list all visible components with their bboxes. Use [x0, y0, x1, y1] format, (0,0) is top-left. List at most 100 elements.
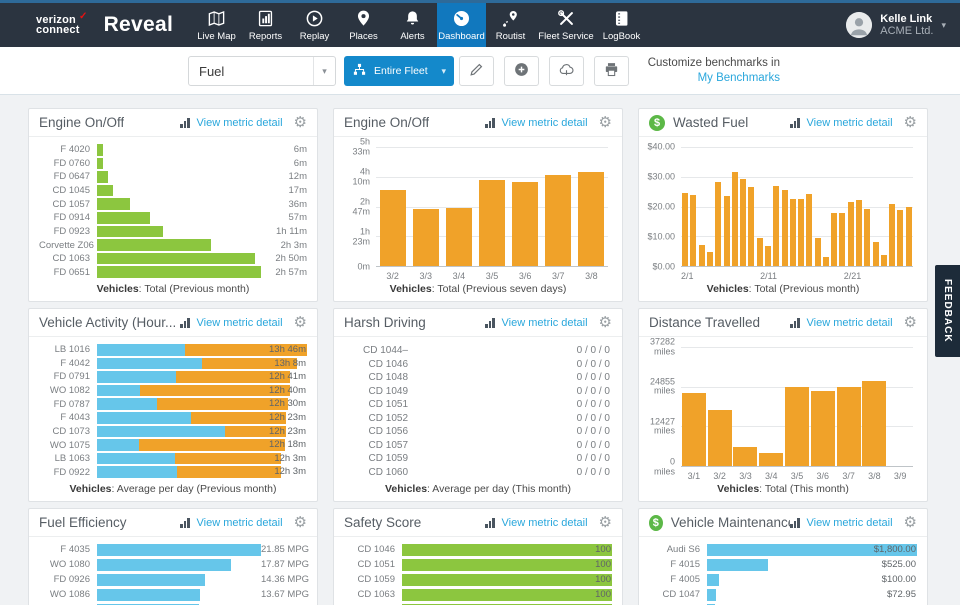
gear-icon[interactable]: ⚙: [904, 315, 917, 330]
feedback-tab[interactable]: FEEDBACK: [935, 265, 960, 357]
view-metric-detail-link[interactable]: View metric detail: [807, 317, 893, 329]
user-name: Kelle Link: [880, 13, 933, 25]
y-tick-label: $40.00: [647, 141, 675, 152]
view-metric-detail-link[interactable]: View metric detail: [197, 317, 283, 329]
gear-icon[interactable]: ⚙: [599, 115, 612, 130]
bar-slot: [756, 147, 764, 266]
bar-slot: [681, 347, 707, 466]
row-bar-track: [97, 144, 261, 156]
export-button[interactable]: [549, 56, 584, 86]
bar: [764, 246, 771, 266]
nav-item-dashboard[interactable]: Dashboard: [437, 3, 486, 47]
bar: [478, 180, 505, 266]
bars: [681, 347, 913, 466]
row-value: 2h 3m: [280, 239, 307, 251]
x-tick-label: 2/1: [681, 271, 694, 281]
row-label: CD 1059: [368, 453, 408, 465]
chart-row: CD 1046 100: [344, 544, 612, 556]
nav-item-label: LogBook: [602, 30, 641, 42]
row-label: F 4035: [60, 544, 90, 556]
bar: [889, 204, 896, 266]
nav-item-routist[interactable]: Routist: [486, 3, 535, 47]
nav-item-live-map[interactable]: Live Map: [192, 3, 241, 47]
gear-icon[interactable]: ⚙: [599, 315, 612, 330]
x-tick-label: 3/6: [518, 271, 532, 281]
add-button[interactable]: [504, 56, 539, 86]
nav-item-replay[interactable]: Replay: [290, 3, 339, 47]
gear-icon[interactable]: ⚙: [294, 115, 307, 130]
row-label: CD 1051: [368, 399, 408, 411]
edit-button[interactable]: [459, 56, 494, 86]
row-bar: [402, 574, 612, 586]
y-tick-label: $30.00: [647, 171, 675, 182]
row-bar-idle: [139, 439, 285, 451]
product-name: Reveal: [103, 13, 174, 36]
bar-chart-icon: [180, 517, 190, 528]
view-metric-detail-link[interactable]: View metric detail: [197, 517, 283, 529]
row-bar-track: 100: [402, 574, 612, 586]
nav-item-logbook[interactable]: LogBook: [597, 3, 646, 47]
x-tick-label: [821, 267, 828, 283]
chevron-down-icon: ▾: [313, 57, 335, 85]
bar-slot: [888, 147, 896, 266]
fleet-button-label: Entire Fleet: [374, 65, 428, 77]
row-value: 12h 23m: [269, 425, 306, 437]
nav-item-fleet-service[interactable]: Fleet Service: [535, 3, 597, 47]
view-metric-detail-link[interactable]: View metric detail: [197, 117, 283, 129]
widget-header: Fuel Efficiency View metric detail ⚙: [29, 509, 317, 537]
gear-icon[interactable]: ⚙: [294, 515, 307, 530]
x-tick-label: 2/21: [843, 271, 862, 281]
row-bar-active: [97, 425, 225, 438]
row-label: F 4043: [60, 412, 90, 424]
bar-slot: [830, 147, 838, 266]
chart-row: F 4035 21.85 MPG: [39, 544, 309, 556]
benchmarks-text: Customize benchmarks in: [647, 57, 780, 69]
nav-item-reports[interactable]: Reports: [241, 3, 290, 47]
nav-item-places[interactable]: Places: [339, 3, 388, 47]
bar-slot: [764, 147, 772, 266]
nav-item-alerts[interactable]: Alerts: [388, 3, 437, 47]
widget-title: Distance Travelled: [649, 315, 761, 330]
row-label: CD 1052: [368, 412, 408, 424]
bar: [822, 257, 829, 266]
view-metric-detail-link[interactable]: View metric detail: [807, 117, 893, 129]
row-bar-active: [97, 398, 158, 410]
bar-slot: [780, 147, 788, 266]
row-label: CD 1056: [368, 426, 408, 438]
chart-row: F 4020 6m: [39, 144, 307, 156]
fleet-selector-button[interactable]: Entire Fleet ▾: [344, 56, 454, 86]
widget-title: Engine On/Off: [344, 115, 430, 130]
chart-row: CD 1047 $72.95: [649, 589, 917, 601]
row-bar-active: [97, 384, 140, 397]
view-metric-detail-link[interactable]: View metric detail: [502, 117, 588, 129]
x-tick-label: 3/2: [386, 271, 399, 281]
chart-row: CD 1059 100: [344, 574, 612, 586]
widget-fuel-efficiency-6: Fuel Efficiency View metric detail ⚙ F 4035…: [28, 508, 318, 605]
chart-row: FD 0791 12h 41m: [39, 371, 307, 383]
dashboard-gauge-icon: [452, 9, 471, 28]
widget-title: Vehicle Activity (Hour...: [39, 315, 177, 330]
gear-icon[interactable]: ⚙: [904, 515, 917, 530]
gear-icon[interactable]: ⚙: [294, 315, 307, 330]
my-benchmarks-link[interactable]: My Benchmarks: [698, 72, 780, 84]
list-item: CD 1057 0 / 0 / 0: [344, 440, 610, 451]
gear-icon[interactable]: ⚙: [599, 515, 612, 530]
hbar-chart: Audi S6 $1,800.00 F 4015 $525.00 F 4005 $100.…: [639, 537, 927, 605]
bar-slot: [706, 147, 714, 266]
metric-select[interactable]: Fuel ▾: [188, 56, 336, 86]
view-metric-detail-link[interactable]: View metric detail: [502, 317, 588, 329]
view-metric-detail-link[interactable]: View metric detail: [807, 517, 893, 529]
x-tick-label: [731, 267, 738, 283]
view-metric-detail-link[interactable]: View metric detail: [502, 517, 588, 529]
row-label: FD 0791: [53, 371, 90, 383]
row-label: FD 0647: [53, 171, 90, 183]
list-item: CD 1059 0 / 0 / 0: [344, 453, 610, 464]
print-button[interactable]: [594, 56, 629, 86]
gear-icon[interactable]: ⚙: [904, 115, 917, 130]
row-value: 12h 30m: [269, 398, 306, 410]
row-bar-track: [97, 198, 261, 210]
row-value: 100: [595, 589, 611, 600]
row-bar: [402, 544, 612, 556]
footer-label: Vehicles: [389, 283, 432, 295]
user-menu[interactable]: Kelle Link ACME Ltd. ▾: [846, 3, 946, 47]
